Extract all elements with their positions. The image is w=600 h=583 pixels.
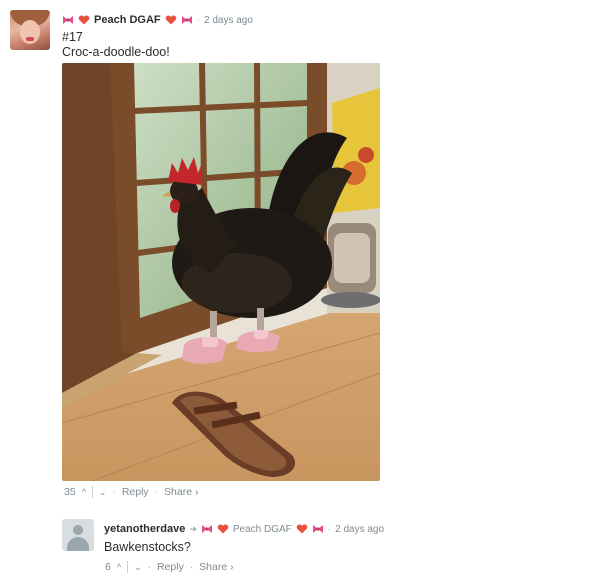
comment-header: Peach DGAF · 2 days ago xyxy=(62,12,253,28)
share-button[interactable]: Share › xyxy=(199,561,233,573)
meta-separator: · xyxy=(154,486,159,498)
upvote-chevron-icon[interactable]: ^ xyxy=(117,562,121,572)
downvote-chevron-icon[interactable]: ⌄ xyxy=(99,487,107,498)
heart-emoji xyxy=(296,524,308,534)
share-button[interactable]: Share › xyxy=(164,486,198,498)
pink-bow-emoji xyxy=(201,525,212,533)
comment-username[interactable]: Peach DGAF xyxy=(94,14,161,26)
comment-actions: 35 ^ ⌄ · Reply · Share › xyxy=(64,486,198,498)
replied-to-username[interactable]: Peach DGAF xyxy=(233,524,292,535)
reply-header: yetanotherdave ➜ Peach DGAF · 2 days ago xyxy=(104,521,384,537)
meta-separator: · xyxy=(112,486,116,498)
pink-bow-emoji xyxy=(63,16,73,24)
reply-body: Bawkenstocks? xyxy=(104,540,191,554)
heart-emoji xyxy=(165,15,176,25)
upvote-chevron-icon[interactable]: ^ xyxy=(82,487,86,497)
reply-timestamp[interactable]: 2 days ago xyxy=(335,524,384,535)
meta-separator: · xyxy=(147,561,151,573)
vote-count: 6 xyxy=(105,561,111,573)
avatar-peach-dgaf[interactable] xyxy=(10,10,50,50)
vote-divider xyxy=(127,561,129,573)
reply-button[interactable]: Reply xyxy=(122,486,149,498)
meta-separator: · xyxy=(196,14,200,26)
heart-emoji xyxy=(217,524,229,534)
comment-image-rooster[interactable] xyxy=(62,63,380,481)
reply-button[interactable]: Reply xyxy=(157,561,184,573)
downvote-chevron-icon[interactable]: ⌄ xyxy=(134,562,142,573)
comment-body-line: #17 xyxy=(62,30,83,44)
pink-bow-emoji xyxy=(312,525,323,533)
meta-separator: · xyxy=(327,523,332,535)
vote-count: 35 xyxy=(64,486,76,498)
reply-actions: 6 ^ ⌄ · Reply · Share › xyxy=(105,561,234,573)
vote-divider xyxy=(91,486,93,498)
heart-emoji xyxy=(78,15,90,25)
avatar-default[interactable] xyxy=(62,519,94,551)
reply-arrow-icon: ➜ xyxy=(189,523,197,534)
comment-timestamp[interactable]: 2 days ago xyxy=(204,15,253,26)
reply-username[interactable]: yetanotherdave xyxy=(104,523,185,535)
pink-bow-emoji xyxy=(181,16,192,24)
meta-separator: · xyxy=(189,561,194,573)
comment-body-line: Croc-a-doodle-doo! xyxy=(62,45,170,59)
